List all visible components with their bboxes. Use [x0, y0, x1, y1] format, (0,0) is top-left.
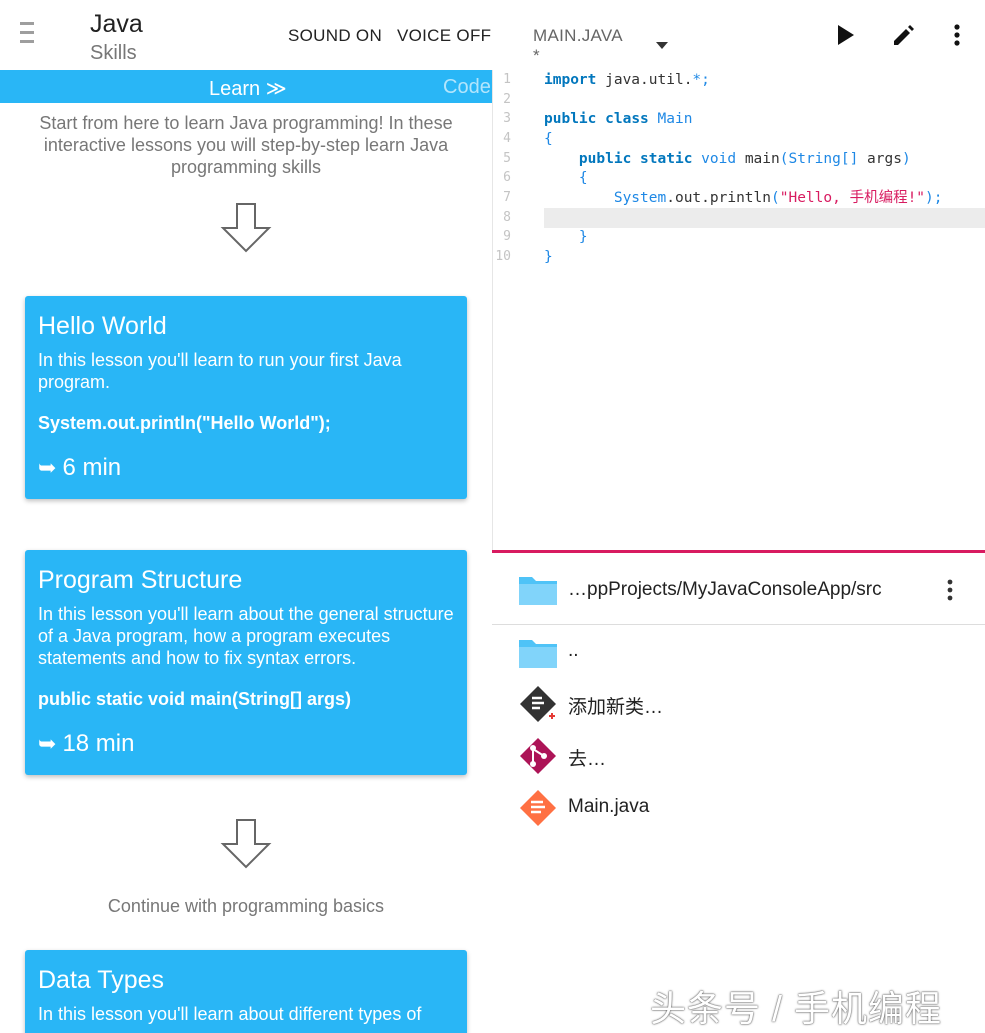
lesson-card-hello-world[interactable]: Hello World In this lesson you'll learn …: [25, 296, 467, 499]
app-title: Java: [90, 10, 143, 38]
file-item-label: ..: [568, 640, 579, 661]
lesson-title: Program Structure: [38, 566, 243, 594]
code-line: 4{: [493, 129, 985, 149]
lesson-card-data-types[interactable]: Data Types In this lesson you'll learn a…: [25, 950, 467, 1033]
line-number: 7: [503, 190, 511, 205]
lesson-description: In this lesson you'll learn about differ…: [38, 1004, 422, 1024]
arrow-down-icon: [220, 203, 272, 253]
code-line: 8: [493, 208, 985, 228]
git-icon: [520, 738, 556, 774]
lesson-duration: ➥ 6 min: [38, 454, 454, 482]
lesson-title: Hello World: [38, 312, 167, 340]
sound-toggle-button[interactable]: SOUND ON: [288, 26, 382, 46]
app-bar: Java Skills SOUND ON VOICE OFF MAIN.JAVA…: [0, 0, 985, 70]
line-number: 9: [503, 229, 511, 244]
file-item-label: 添加新类…: [568, 697, 664, 718]
watermark: 头条号 / 手机编程: [650, 988, 943, 1029]
line-number: 1: [503, 72, 511, 87]
lesson-code-sample: public static void main(String[] args): [38, 689, 352, 709]
lesson-code-sample: System.out.println("Hello World");: [38, 413, 331, 433]
current-path: …ppProjects/MyJavaConsoleApp/src: [568, 579, 882, 600]
line-number: 5: [503, 151, 511, 166]
code-line: 7 System.out.println("Hello, 手机编程!");: [493, 188, 985, 208]
line-number: 2: [503, 92, 511, 107]
folder-icon: [519, 640, 557, 668]
menu-icon[interactable]: [20, 22, 42, 48]
more-vert-icon[interactable]: [940, 578, 960, 602]
line-number: 3: [503, 111, 511, 126]
file-dropdown-icon[interactable]: [656, 42, 668, 49]
folder-icon: [519, 577, 557, 605]
code-line: 5 public static void main(String[] args): [493, 149, 985, 169]
arrow-right-icon: ➥: [38, 455, 57, 480]
lesson-duration: ➥ 18 min: [38, 730, 454, 758]
file-item-parent-folder[interactable]: ..: [492, 628, 985, 676]
file-item-label: Main.java: [568, 796, 650, 817]
lesson-card-program-structure[interactable]: Program Structure In this lesson you'll …: [25, 550, 467, 775]
arrow-right-icon: ➥: [38, 731, 57, 756]
lesson-tab-bar: Learn ≫ Code: [0, 70, 492, 103]
code-line: 2: [493, 90, 985, 110]
file-tab[interactable]: MAIN.JAVA *: [533, 26, 623, 66]
line-number: 4: [503, 131, 511, 146]
intro-text: Start from here to learn Java programmin…: [39, 113, 453, 177]
line-number: 10: [495, 249, 511, 264]
line-number: 8: [503, 210, 511, 225]
voice-toggle-button[interactable]: VOICE OFF: [397, 26, 491, 46]
panel-divider[interactable]: [492, 550, 985, 553]
code-line: 10}: [493, 247, 985, 267]
more-vert-icon[interactable]: [942, 20, 972, 50]
lesson-description: In this lesson you'll learn about the ge…: [38, 604, 454, 668]
code-line: 6 {: [493, 168, 985, 188]
file-path-bar: …ppProjects/MyJavaConsoleApp/src: [492, 555, 985, 625]
lesson-description: In this lesson you'll learn to run your …: [38, 350, 402, 392]
code-line: 3 public class Main: [493, 109, 985, 129]
lesson-title: Data Types: [38, 966, 165, 994]
line-number: 6: [503, 170, 511, 185]
lesson-duration-value: 6 min: [62, 454, 122, 481]
code-editor[interactable]: 1 import java.util.*; 2 3 public class Mai…: [492, 70, 985, 550]
play-icon[interactable]: [830, 20, 860, 50]
code-line: 1 import java.util.*;: [493, 70, 985, 90]
continue-text: Continue with programming basics: [107, 896, 385, 916]
lesson-duration-value: 18 min: [62, 730, 135, 757]
pencil-icon[interactable]: [889, 20, 919, 50]
file-item-add-class[interactable]: 添加新类…: [492, 680, 985, 728]
file-item-label: 去…: [568, 749, 607, 770]
tab-learn[interactable]: Learn ≫: [209, 76, 287, 101]
app-subtitle: Skills: [90, 42, 137, 64]
file-item-main-java[interactable]: Main.java: [492, 784, 985, 832]
tab-code[interactable]: Code: [443, 76, 491, 99]
java-file-icon: [520, 790, 556, 826]
file-item-goto[interactable]: 去…: [492, 732, 985, 780]
code-line: 9 }: [493, 227, 985, 247]
add-class-icon: [520, 686, 556, 722]
arrow-down-icon: [220, 819, 272, 869]
